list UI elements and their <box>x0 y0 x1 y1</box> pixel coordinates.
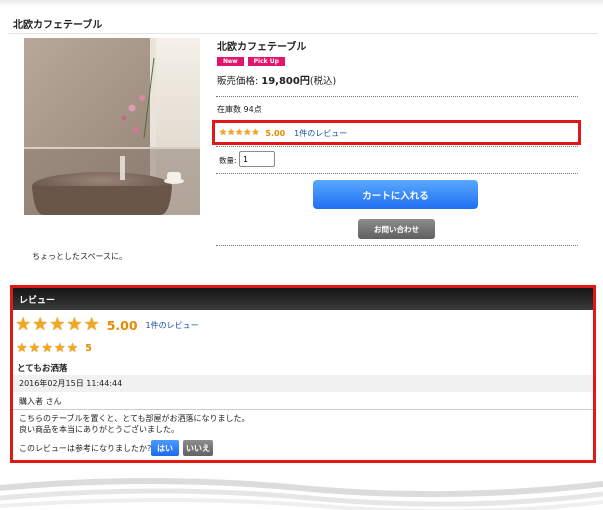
rating-score: 5.00 <box>265 129 286 138</box>
price-row: 販売価格: 19,800円(税込) <box>217 72 336 87</box>
divider <box>216 96 578 97</box>
star-icon: ★ <box>49 314 66 335</box>
badge-group: New Pick Up <box>217 57 285 66</box>
star-icon: ★ <box>227 128 236 138</box>
star-icon: ★ <box>251 128 260 138</box>
stock-count: 在庫数 94点 <box>217 105 262 114</box>
divider <box>216 173 578 174</box>
star-icon: ★ <box>66 314 83 335</box>
quantity-label: 数量: <box>219 156 237 165</box>
star-icon: ★ <box>219 128 228 138</box>
star-icon: ★ <box>53 341 66 356</box>
inquiry-button[interactable]: お問い合わせ <box>358 219 435 239</box>
review-author: 購入者 さん <box>19 397 62 406</box>
review-body-line: 良い商品を本当にありがとうございました。 <box>19 425 179 434</box>
divider <box>216 245 578 246</box>
review-count-link[interactable]: 1件のレビュー <box>294 128 347 139</box>
star-icon: ★ <box>66 341 79 356</box>
add-to-cart-button[interactable]: カートに入れる <box>313 180 478 209</box>
product-caption: ちょっとしたスペースに。 <box>32 252 128 261</box>
product-photo <box>24 38 200 215</box>
summary-score: 5.00 <box>106 317 138 333</box>
review-item-rating: ★ ★ ★ ★ ★ 5 <box>16 342 92 355</box>
star-icon: ★ <box>16 341 28 356</box>
divider <box>13 409 593 410</box>
quantity-input[interactable] <box>239 151 275 167</box>
review-title: とてもお洒落 <box>17 364 68 374</box>
star-icon: ★ <box>41 341 53 356</box>
star-icon: ★ <box>83 314 100 335</box>
pickup-badge: Pick Up <box>247 57 285 66</box>
review-highlight-box <box>10 285 596 463</box>
review-section-header: レビュー <box>13 288 593 310</box>
product-rating: ★ ★ ★ ★ ★ 5.00 1件のレビュー <box>219 128 347 139</box>
review-body-line: こちらのテーブルを置くと、とても部屋がお洒落になりました。 <box>19 414 250 423</box>
star-icon: ★ <box>28 341 41 356</box>
review-date: 2016年02月15日 11:44:44 <box>13 375 593 392</box>
page-title: 北欧カフェテーブル <box>13 20 103 31</box>
new-badge: New <box>217 57 244 66</box>
divider <box>216 146 578 147</box>
top-shadow <box>0 0 603 6</box>
rating-stars: ★ ★ ★ ★ ★ <box>219 129 259 138</box>
helpful-question: このレビューは参考になりましたか？ <box>19 444 155 453</box>
star-icon: ★ <box>32 314 49 335</box>
summary-review-count-link[interactable]: 1件のレビュー <box>146 320 199 331</box>
review-summary-rating: ★ ★ ★ ★ ★ 5.00 1件のレビュー <box>15 316 199 334</box>
review-date-text: 2016年02月15日 11:44:44 <box>19 379 123 388</box>
review-body: こちらのテーブルを置くと、とても部屋がお洒落になりました。 良い商品を本当にあり… <box>19 413 250 435</box>
price-value: 19,800円 <box>261 76 310 87</box>
footer-waves <box>0 478 603 510</box>
helpful-no-button[interactable]: いいえ <box>183 440 213 456</box>
price-tax: (税込) <box>309 76 337 87</box>
price-label: 販売価格: <box>217 76 259 87</box>
review-item-score: 5 <box>85 343 92 354</box>
helpful-yes-button[interactable]: はい <box>151 440 179 456</box>
product-name: 北欧カフェテーブル <box>217 42 307 53</box>
divider <box>8 33 598 34</box>
star-icon: ★ <box>15 314 32 335</box>
